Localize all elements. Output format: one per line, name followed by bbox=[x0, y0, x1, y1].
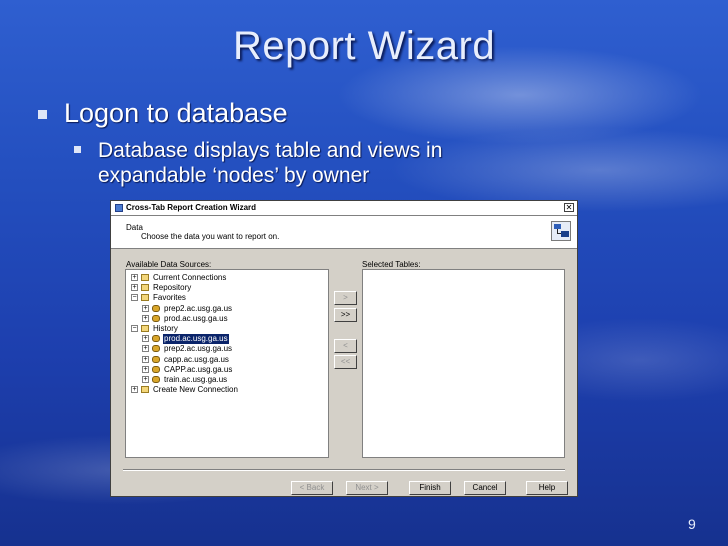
dialog-title: Cross-Tab Report Creation Wizard bbox=[126, 203, 257, 212]
expand-icon[interactable]: + bbox=[142, 335, 149, 343]
available-sources-label: Available Data Sources: bbox=[126, 260, 212, 269]
expand-icon[interactable]: + bbox=[142, 314, 149, 322]
close-icon[interactable]: ✕ bbox=[564, 203, 574, 212]
wizard-icon bbox=[551, 221, 571, 241]
database-icon bbox=[152, 304, 160, 312]
selected-tables-list[interactable] bbox=[362, 269, 565, 458]
database-icon bbox=[152, 345, 160, 353]
expand-icon[interactable]: + bbox=[131, 274, 138, 281]
expand-icon[interactable]: + bbox=[142, 345, 149, 353]
add-button[interactable]: > bbox=[334, 291, 357, 305]
tree-node-label: prep2.ac.usg.ga.us bbox=[164, 344, 233, 354]
tree-node-label: prod.ac.usg.ga.us bbox=[162, 333, 230, 346]
bullet-text: Database displays table and views in exp… bbox=[98, 139, 443, 187]
footer-divider bbox=[123, 469, 565, 471]
bullet-square-icon bbox=[38, 110, 47, 119]
folder-icon bbox=[141, 325, 149, 332]
tree-node-label: History bbox=[153, 324, 178, 333]
remove-button[interactable]: < bbox=[334, 339, 357, 353]
tree-node-label: train.ac.usg.ga.us bbox=[164, 375, 228, 384]
app-icon bbox=[115, 204, 123, 212]
bullet-level1: Logon to database bbox=[38, 98, 288, 129]
expand-icon[interactable]: + bbox=[142, 376, 149, 383]
selected-tables-label: Selected Tables: bbox=[362, 260, 421, 269]
wizard-header: Data Choose the data you want to report … bbox=[111, 216, 577, 249]
tree-node-label: Current Connections bbox=[153, 273, 227, 282]
database-icon bbox=[152, 314, 160, 322]
tree-node-label: prep2.ac.usg.ga.us bbox=[164, 303, 233, 313]
dialog-titlebar[interactable]: Cross-Tab Report Creation Wizard ✕ bbox=[111, 201, 577, 216]
expand-icon[interactable]: + bbox=[142, 365, 149, 373]
bullet-square-icon bbox=[74, 146, 81, 153]
expand-icon[interactable]: + bbox=[131, 386, 138, 394]
folder-icon bbox=[141, 284, 149, 292]
remove-all-button[interactable]: << bbox=[334, 355, 357, 369]
expand-icon[interactable]: + bbox=[142, 355, 149, 363]
bullet-level2: Database displays table and views in exp… bbox=[74, 138, 518, 188]
next-button[interactable]: Next > bbox=[346, 481, 388, 495]
wizard-dialog: Cross-Tab Report Creation Wizard ✕ Data … bbox=[110, 200, 578, 497]
database-icon bbox=[152, 335, 160, 343]
available-sources-tree[interactable]: + Current Connections + Repository − Favorite… bbox=[125, 269, 329, 458]
tree-node-label: Favorites bbox=[153, 293, 186, 303]
add-all-button[interactable]: >> bbox=[334, 308, 357, 322]
step-title: Data bbox=[126, 223, 143, 232]
help-button[interactable]: Help bbox=[526, 481, 568, 495]
collapse-icon[interactable]: − bbox=[131, 325, 138, 332]
collapse-icon[interactable]: − bbox=[131, 294, 138, 302]
step-subtitle: Choose the data you want to report on. bbox=[141, 232, 280, 241]
page-number: 9 bbox=[688, 516, 696, 532]
back-button[interactable]: < Back bbox=[291, 481, 333, 495]
slide-title: Report Wizard bbox=[232, 24, 496, 68]
tree-node-label: prod.ac.usg.ga.us bbox=[164, 313, 228, 323]
tree-node-label: CAPP.ac.usg.ga.us bbox=[164, 364, 233, 374]
expand-icon[interactable]: + bbox=[131, 284, 138, 292]
database-icon bbox=[152, 365, 160, 373]
bullet-text: Logon to database bbox=[64, 98, 288, 128]
tree-node-label: capp.ac.usg.ga.us bbox=[164, 354, 229, 364]
database-icon bbox=[152, 376, 160, 383]
folder-icon bbox=[141, 386, 149, 394]
tree-node-label: Repository bbox=[153, 283, 192, 293]
finish-button[interactable]: Finish bbox=[409, 481, 451, 495]
expand-icon[interactable]: + bbox=[142, 304, 149, 312]
database-icon bbox=[152, 355, 160, 363]
folder-icon bbox=[141, 274, 149, 281]
folder-icon bbox=[141, 294, 149, 302]
tree-node-label: Create New Connection bbox=[153, 385, 238, 395]
cancel-button[interactable]: Cancel bbox=[464, 481, 506, 495]
